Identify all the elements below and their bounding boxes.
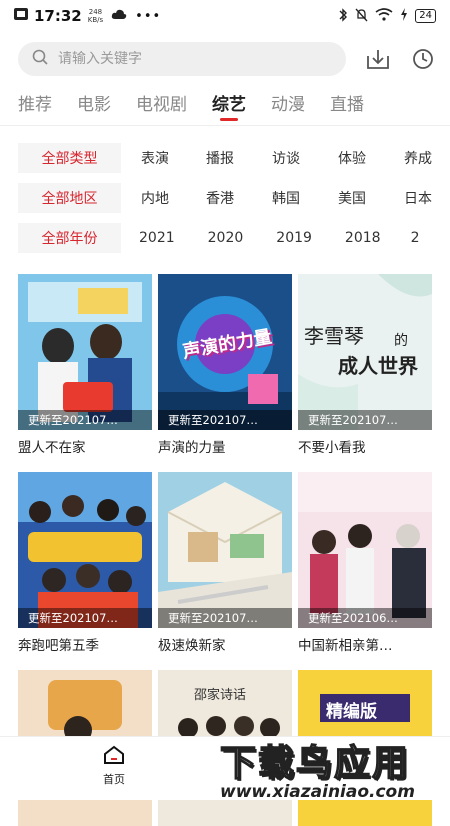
show-poster[interactable]: 更新至202107… — [18, 274, 152, 430]
tab-recommend[interactable]: 推荐 — [18, 90, 52, 125]
watermark-title: 下载鸟应用 — [219, 742, 411, 785]
net-speed-value: 248 — [88, 8, 103, 16]
update-badge: 更新至202107… — [158, 608, 292, 628]
filter-option[interactable]: 播报 — [206, 148, 234, 168]
show-card[interactable]: 声演的力量 更新至202107… 声演的力量 — [158, 274, 292, 456]
tab-movies[interactable]: 电影 — [77, 90, 111, 125]
watermark-url: www.xiazainiao.com — [220, 782, 415, 802]
show-card[interactable]: 李雪琴 的 成人世界 更新至202107… 不要小看我 — [298, 274, 432, 456]
filter-option[interactable]: 2021 — [139, 230, 175, 246]
update-badge: 更新至202107… — [18, 608, 152, 628]
charging-icon — [400, 8, 408, 24]
watermark: 下载鸟应用 www.xiazainiao.com — [219, 734, 440, 802]
nav-home[interactable]: 首页 — [94, 745, 134, 787]
net-speed-unit: KB/s — [87, 16, 104, 24]
filter-row-year: 全部年份 2021 2020 2019 2018 2 — [0, 218, 450, 258]
more-notifications-indicator: ••• — [135, 8, 162, 24]
update-badge: 更新至202107… — [298, 410, 432, 430]
show-card[interactable]: 更新至202107… 奔跑吧第五季 — [18, 472, 152, 654]
update-badge: 更新至202107… — [158, 410, 292, 430]
filter-option[interactable]: 体验 — [338, 148, 366, 168]
filter-all-regions[interactable]: 全部地区 — [18, 183, 121, 213]
filter-option[interactable]: 韩国 — [272, 188, 300, 208]
cloud-icon — [111, 9, 127, 24]
show-poster[interactable]: 更新至202107… — [18, 472, 152, 628]
show-card[interactable]: 更新至202106… 中国新相亲第… — [298, 472, 432, 654]
wifi-icon — [375, 8, 393, 24]
filter-row-type: 全部类型 表演 播报 访谈 体验 养成 — [0, 138, 450, 178]
poster-title-text: 李雪琴 — [304, 324, 364, 348]
tab-tv-series[interactable]: 电视剧 — [136, 90, 187, 125]
tab-variety[interactable]: 综艺 — [212, 90, 246, 125]
filter-option[interactable]: 2 — [411, 230, 420, 246]
signal-icon — [14, 8, 28, 24]
filter-option[interactable]: 表演 — [141, 148, 169, 168]
show-poster[interactable]: 声演的力量 更新至202107… — [158, 274, 292, 430]
clock-time: 17:32 — [34, 7, 82, 25]
show-poster[interactable]: 更新至202106… — [298, 472, 432, 628]
net-speed: 248 KB/s — [88, 8, 103, 24]
search-icon — [32, 49, 48, 69]
show-title[interactable]: 不要小看我 — [298, 436, 430, 456]
poster-title-text: 成人世界 — [338, 354, 418, 378]
battery-level: 24 — [415, 9, 436, 23]
show-title[interactable]: 声演的力量 — [158, 436, 290, 456]
show-poster[interactable]: 李雪琴 的 成人世界 更新至202107… — [298, 274, 432, 430]
search-input[interactable] — [58, 51, 278, 67]
show-title[interactable]: 中国新相亲第… — [298, 634, 430, 654]
filter-all-types[interactable]: 全部类型 — [18, 143, 121, 173]
show-card[interactable]: 更新至202107… 盟人不在家 — [18, 274, 152, 456]
filter-option[interactable]: 2018 — [345, 230, 381, 246]
status-bar: 17:32 248 KB/s ••• 24 — [0, 0, 450, 32]
show-poster[interactable]: 更新至202107… — [158, 472, 292, 628]
filter-option[interactable]: 访谈 — [272, 148, 300, 168]
show-card[interactable]: 更新至202107… 极速焕新家 — [158, 472, 292, 654]
search-bar[interactable] — [18, 42, 346, 76]
filter-panel: 全部类型 表演 播报 访谈 体验 养成 全部地区 内地 香港 韩国 美国 日本 … — [0, 126, 450, 258]
filter-all-years[interactable]: 全部年份 — [18, 223, 121, 253]
home-icon — [103, 745, 125, 769]
mute-icon — [355, 8, 368, 25]
show-title[interactable]: 奔跑吧第五季 — [18, 634, 150, 654]
poster-title-text: 的 — [394, 333, 408, 349]
history-icon[interactable] — [409, 45, 436, 73]
update-badge: 更新至202106… — [298, 608, 432, 628]
tab-live[interactable]: 直播 — [330, 90, 364, 125]
show-title[interactable]: 盟人不在家 — [18, 436, 150, 456]
bluetooth-icon — [338, 7, 348, 25]
filter-option[interactable]: 美国 — [338, 188, 366, 208]
nav-home-label: 首页 — [103, 773, 125, 786]
category-tabs: 推荐 电影 电视剧 综艺 动漫 直播 — [0, 80, 450, 126]
filter-option[interactable]: 养成 — [404, 148, 432, 168]
filter-option[interactable]: 2020 — [208, 230, 244, 246]
filter-option[interactable]: 2019 — [276, 230, 312, 246]
poster-title-text: 邵家诗话 — [194, 688, 247, 703]
filter-option[interactable]: 日本 — [404, 188, 432, 208]
filter-option[interactable]: 内地 — [141, 188, 169, 208]
search-row — [0, 32, 450, 80]
filter-row-region: 全部地区 内地 香港 韩国 美国 日本 — [0, 178, 450, 218]
tab-anime[interactable]: 动漫 — [271, 90, 305, 125]
poster-title-text: 精编版 — [326, 702, 377, 722]
filter-option[interactable]: 香港 — [206, 188, 234, 208]
download-icon[interactable] — [364, 45, 391, 73]
show-title[interactable]: 极速焕新家 — [158, 634, 290, 654]
update-badge: 更新至202107… — [18, 410, 152, 430]
